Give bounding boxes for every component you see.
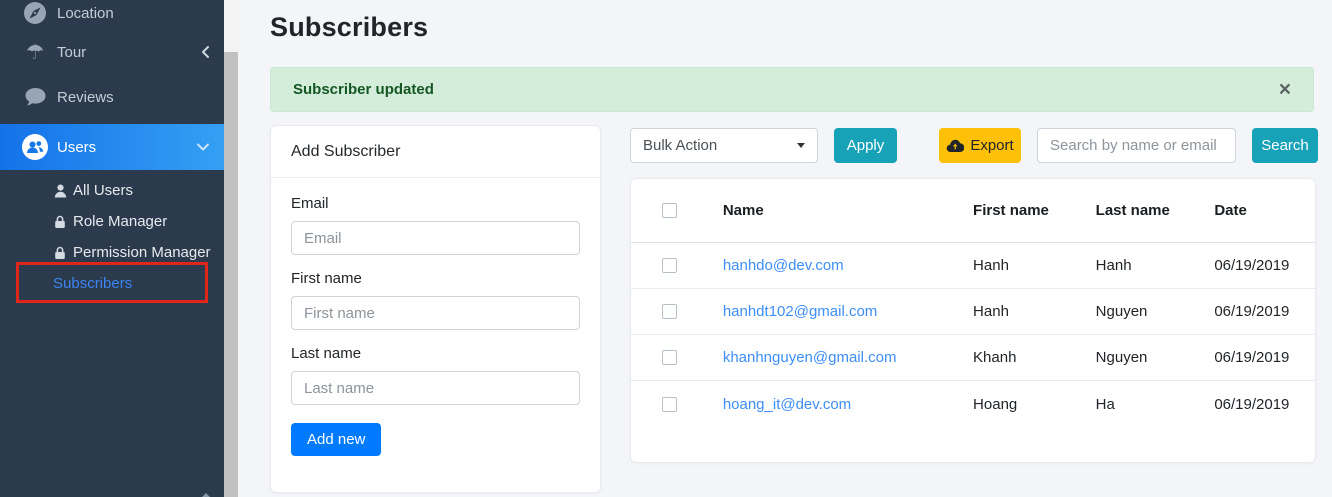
sidebar-item-permission-manager[interactable]: Permission Manager bbox=[0, 237, 224, 268]
table-row: khanhnguyen@gmail.com Khanh Nguyen 06/19… bbox=[631, 335, 1315, 381]
sidebar-subitem-label: Subscribers bbox=[53, 275, 132, 292]
cell-first-name: Hanh bbox=[973, 303, 1096, 320]
subscriber-email-link[interactable]: khanhnguyen@gmail.com bbox=[723, 349, 897, 366]
cell-first-name: Hoang bbox=[973, 396, 1096, 413]
cell-last-name: Hanh bbox=[1096, 257, 1215, 274]
sidebar-subitem-label: All Users bbox=[73, 182, 133, 199]
last-name-label: Last name bbox=[291, 345, 580, 362]
person-icon bbox=[53, 184, 67, 198]
column-header-last-name: Last name bbox=[1096, 202, 1215, 219]
sidebar-item-subscribers[interactable]: Subscribers bbox=[0, 268, 224, 299]
first-name-label: First name bbox=[291, 270, 580, 287]
subscribers-table: Name First name Last name Date hanhdo@de… bbox=[630, 178, 1316, 463]
chevron-left-icon bbox=[200, 45, 210, 59]
column-header-name: Name bbox=[723, 202, 973, 219]
sidebar-item-all-users[interactable]: All Users bbox=[0, 175, 224, 206]
umbrella-icon: ☂ bbox=[22, 39, 48, 65]
caret-down-icon bbox=[797, 143, 805, 148]
select-all-checkbox[interactable] bbox=[662, 203, 677, 218]
cell-date: 06/19/2019 bbox=[1214, 303, 1315, 320]
email-label: Email bbox=[291, 195, 580, 212]
subscriber-email-link[interactable]: hanhdt102@gmail.com bbox=[723, 303, 877, 320]
compass-icon bbox=[22, 0, 48, 26]
sidebar-subitem-label: Permission Manager bbox=[73, 244, 211, 261]
column-header-date: Date bbox=[1214, 202, 1315, 219]
lock-icon bbox=[53, 246, 67, 260]
row-checkbox[interactable] bbox=[662, 304, 677, 319]
users-icon bbox=[22, 134, 48, 160]
bulk-action-selected-value: Bulk Action bbox=[643, 137, 717, 154]
alert-message: Subscriber updated bbox=[293, 81, 434, 98]
first-name-field[interactable] bbox=[291, 296, 580, 330]
export-button[interactable]: Export bbox=[939, 128, 1021, 163]
sidebar: Location ☂ Tour Reviews bbox=[0, 0, 224, 497]
cell-first-name: Hanh bbox=[973, 257, 1096, 274]
chevron-down-icon bbox=[196, 142, 210, 152]
success-alert: Subscriber updated × bbox=[270, 67, 1314, 112]
vertical-scrollbar-track[interactable] bbox=[224, 0, 238, 497]
cell-first-name: Khanh bbox=[973, 349, 1096, 366]
sidebar-item-label: Reviews bbox=[57, 89, 210, 106]
cell-date: 06/19/2019 bbox=[1214, 257, 1315, 274]
cell-last-name: Nguyen bbox=[1096, 303, 1215, 320]
apply-button[interactable]: Apply bbox=[834, 128, 897, 163]
bulk-action-select[interactable]: Bulk Action bbox=[630, 128, 818, 163]
close-icon[interactable]: × bbox=[1279, 79, 1291, 100]
collapse-chevron-icon[interactable] bbox=[202, 493, 210, 497]
sidebar-item-label: Users bbox=[57, 139, 196, 156]
cell-last-name: Nguyen bbox=[1096, 349, 1215, 366]
add-new-button[interactable]: Add new bbox=[291, 423, 381, 456]
column-header-first-name: First name bbox=[973, 202, 1096, 219]
add-subscriber-card: Add Subscriber Email First name Last nam… bbox=[270, 125, 601, 493]
subscriber-email-link[interactable]: hoang_it@dev.com bbox=[723, 396, 851, 413]
cell-last-name: Ha bbox=[1096, 396, 1215, 413]
sidebar-item-reviews[interactable]: Reviews bbox=[0, 75, 224, 119]
vertical-scrollbar-thumb[interactable] bbox=[224, 52, 238, 497]
sidebar-subitem-label: Role Manager bbox=[73, 213, 167, 230]
table-row: hanhdo@dev.com Hanh Hanh 06/19/2019 bbox=[631, 243, 1315, 289]
add-subscriber-title: Add Subscriber bbox=[271, 126, 600, 178]
export-label: Export bbox=[970, 137, 1013, 154]
sidebar-item-label: Location bbox=[57, 5, 210, 22]
sidebar-item-label: Tour bbox=[57, 44, 200, 61]
table-row: hoang_it@dev.com Hoang Ha 06/19/2019 bbox=[631, 381, 1315, 427]
search-button[interactable]: Search bbox=[1252, 128, 1318, 163]
chat-bubble-icon bbox=[22, 84, 48, 110]
row-checkbox[interactable] bbox=[662, 350, 677, 365]
sidebar-item-tour[interactable]: ☂ Tour bbox=[0, 30, 224, 74]
email-field[interactable] bbox=[291, 221, 580, 255]
lock-icon bbox=[53, 215, 67, 229]
cell-date: 06/19/2019 bbox=[1214, 396, 1315, 413]
row-checkbox[interactable] bbox=[662, 258, 677, 273]
app-root: Location ☂ Tour Reviews bbox=[0, 0, 1332, 497]
sidebar-item-role-manager[interactable]: Role Manager bbox=[0, 206, 224, 237]
sidebar-item-users[interactable]: Users bbox=[0, 124, 224, 170]
table-header-row: Name First name Last name Date bbox=[631, 179, 1315, 243]
table-row: hanhdt102@gmail.com Hanh Nguyen 06/19/20… bbox=[631, 289, 1315, 335]
search-input[interactable] bbox=[1037, 128, 1236, 163]
page-title: Subscribers bbox=[270, 12, 428, 43]
row-checkbox[interactable] bbox=[662, 397, 677, 412]
last-name-field[interactable] bbox=[291, 371, 580, 405]
cloud-upload-icon bbox=[946, 139, 964, 153]
subscriber-email-link[interactable]: hanhdo@dev.com bbox=[723, 257, 844, 274]
cell-date: 06/19/2019 bbox=[1214, 349, 1315, 366]
